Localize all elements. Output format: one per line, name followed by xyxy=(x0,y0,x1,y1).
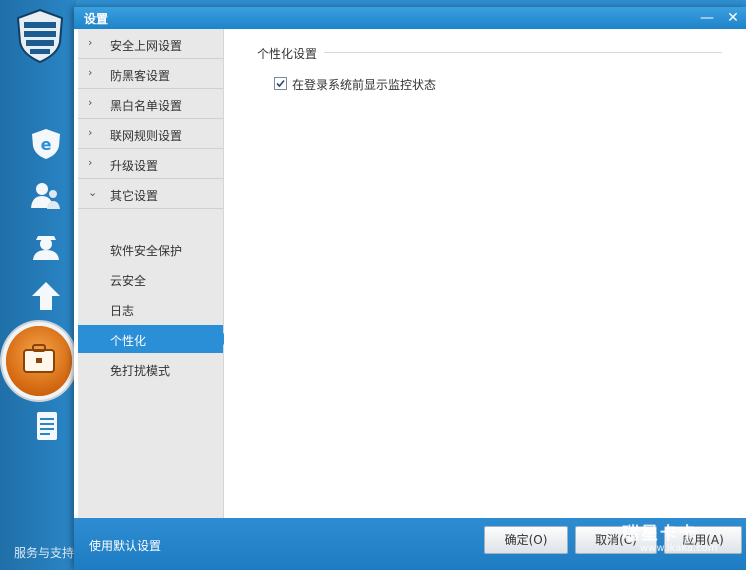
restore-defaults-link[interactable]: 使用默认设置 xyxy=(89,537,161,554)
nav-item-do-not-disturb[interactable]: 免打扰模式 xyxy=(78,355,223,383)
chevron-down-icon: ⌄ xyxy=(88,186,98,199)
nav-category-label: 其它设置 xyxy=(110,189,159,203)
settings-content: 个性化设置 在登录系统前显示监控状态 xyxy=(224,29,746,518)
dialog-title: 设置 xyxy=(84,12,109,26)
nav-category-label: 黑白名单设置 xyxy=(110,99,183,113)
show-monitor-checkbox[interactable] xyxy=(274,77,287,90)
nav-category-anti-hacker[interactable]: › 防黑客设置 xyxy=(78,59,223,89)
nav-item-personalization[interactable]: 个性化 xyxy=(78,325,229,353)
chevron-right-icon: › xyxy=(88,96,93,109)
nav-item-label: 免打扰模式 xyxy=(110,364,171,378)
shield-wall-icon xyxy=(16,8,64,64)
app-sidebar: e 服务与支持 xyxy=(0,0,76,570)
upload-arrow-icon[interactable] xyxy=(28,280,64,312)
section-title: 个性化设置 xyxy=(257,47,318,61)
minimize-button[interactable]: — xyxy=(698,9,716,27)
nav-category-label: 防黑客设置 xyxy=(110,69,171,83)
close-button[interactable]: ✕ xyxy=(724,9,742,27)
watermark-brand: 瑞星卡卡 xyxy=(622,524,698,544)
nav-item-label: 软件安全保护 xyxy=(110,244,183,258)
svg-text:e: e xyxy=(41,135,52,154)
nav-category-other[interactable]: ⌄ 其它设置 xyxy=(78,179,223,209)
nav-category-label: 安全上网设置 xyxy=(110,39,183,53)
nav-item-log[interactable]: 日志 xyxy=(78,295,223,323)
chevron-right-icon: › xyxy=(88,66,93,79)
users-icon[interactable] xyxy=(28,180,64,212)
ok-button[interactable]: 确定(O) xyxy=(484,526,568,554)
nav-item-software-protection[interactable]: 软件安全保护 xyxy=(78,235,223,263)
settings-nav: › 安全上网设置 › 防黑客设置 › 黑白名单设置 › 联网规则设置 › 升级设… xyxy=(78,29,229,518)
service-support-link[interactable]: 服务与支持 xyxy=(14,544,74,561)
ie-shield-icon[interactable]: e xyxy=(28,128,64,160)
dialog-titlebar[interactable]: 设置 — ✕ xyxy=(74,7,746,29)
nav-item-label: 日志 xyxy=(110,304,135,318)
nav-item-label: 云安全 xyxy=(110,274,147,288)
watermark: 瑞星卡卡 www.ikaka.com xyxy=(612,519,746,565)
nav-category-safe-browsing[interactable]: › 安全上网设置 xyxy=(78,29,223,59)
watermark-url: www.ikaka.com xyxy=(640,543,718,554)
chevron-right-icon: › xyxy=(88,156,93,169)
checkmark-icon xyxy=(276,79,285,88)
hacker-icon[interactable] xyxy=(28,230,64,262)
settings-dialog: 设置 — ✕ › 安全上网设置 › 防黑客设置 › 黑白名单设置 › 联网规则设… xyxy=(74,7,746,570)
nav-item-label: 个性化 xyxy=(110,334,147,348)
toolbox-button[interactable] xyxy=(6,326,72,396)
section-divider xyxy=(324,52,722,53)
show-monitor-label: 在登录系统前显示监控状态 xyxy=(292,78,437,92)
chevron-right-icon: › xyxy=(88,36,93,49)
nav-category-upgrade[interactable]: › 升级设置 xyxy=(78,149,223,179)
nav-category-label: 联网规则设置 xyxy=(110,129,183,143)
nav-category-label: 升级设置 xyxy=(110,159,159,173)
document-icon[interactable] xyxy=(28,410,64,442)
toolbox-icon xyxy=(23,344,55,373)
nav-category-black-white-list[interactable]: › 黑白名单设置 xyxy=(78,89,223,119)
chevron-right-icon: › xyxy=(88,126,93,139)
nav-item-cloud-security[interactable]: 云安全 xyxy=(78,265,223,293)
nav-category-network-rules[interactable]: › 联网规则设置 xyxy=(78,119,223,149)
